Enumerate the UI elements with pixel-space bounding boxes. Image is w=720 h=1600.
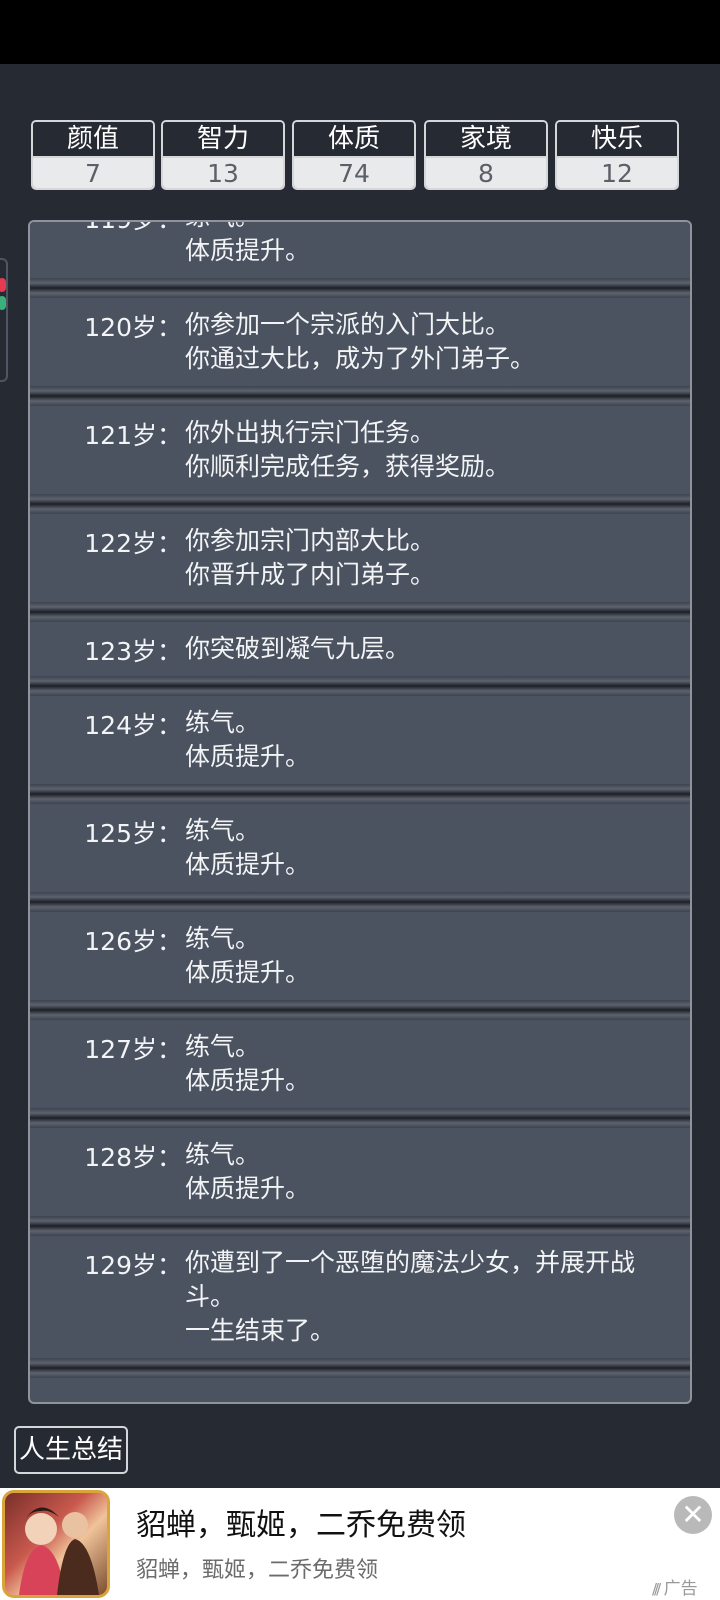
log-line: 体质提升。 (185, 1174, 311, 1203)
log-age: 126岁： (84, 927, 182, 956)
ad-label: /// 广告 (652, 1574, 698, 1599)
log-line: 你参加一个宗派的入门大比。 (185, 310, 511, 339)
log-separator (30, 784, 690, 804)
stat-value: 7 (33, 158, 153, 188)
log-entry: 124岁： 练气。 体质提升。 (30, 696, 690, 784)
log-line: 你外出执行宗门任务。 (185, 418, 436, 447)
log-age: 119岁： (84, 222, 182, 236)
life-log-list: 119岁： 练气。 体质提升。 120岁： 你参加一个宗派的入门大比。 你通过大… (30, 222, 690, 1378)
log-age: 128岁： (84, 1143, 182, 1172)
log-separator (30, 494, 690, 514)
stat-label: 家境 (426, 122, 546, 158)
log-entry: 128岁： 练气。 体质提升。 (30, 1128, 690, 1216)
log-separator (30, 386, 690, 406)
log-line: 你遭到了一个恶堕的魔法少女，并展开战 (185, 1248, 636, 1277)
log-line: 练气。 (185, 222, 675, 234)
log-separator (30, 892, 690, 912)
life-summary-button[interactable]: 人生总结 (14, 1426, 128, 1474)
stat-constitution: 体质 74 (292, 120, 416, 190)
log-line: 你通过大比，成为了外门弟子。 (185, 344, 536, 373)
log-age: 129岁： (84, 1251, 182, 1280)
close-icon[interactable]: ✕ (674, 1496, 712, 1534)
stat-value: 74 (294, 158, 414, 188)
log-separator (30, 278, 690, 298)
log-line: 体质提升。 (185, 850, 311, 879)
stat-label: 体质 (294, 122, 414, 158)
log-entry: 126岁： 练气。 体质提升。 (30, 912, 690, 1000)
ad-thumbnail-art (19, 1507, 99, 1595)
log-entry: 125岁： 练气。 体质提升。 (30, 804, 690, 892)
log-line: 你突破到凝气九层。 (185, 634, 411, 663)
log-age: 120岁： (84, 313, 182, 342)
log-separator (30, 1216, 690, 1236)
log-entry: 120岁： 你参加一个宗派的入门大比。 你通过大比，成为了外门弟子。 (30, 298, 690, 386)
log-entry: 119岁： 练气。 体质提升。 (30, 222, 690, 278)
log-line: 练气。 (185, 708, 261, 737)
log-age: 121岁： (84, 421, 182, 450)
log-line: 你顺利完成任务，获得奖励。 (185, 452, 511, 481)
log-line: 体质提升。 (185, 1066, 311, 1095)
log-age: 125岁： (84, 819, 182, 848)
ad-logo-icon: /// (652, 1580, 661, 1598)
stats-bar: 颜值 7 智力 13 体质 74 家境 8 快乐 12 (31, 120, 691, 190)
log-entry: 127岁： 练气。 体质提升。 (30, 1020, 690, 1108)
side-floating-tab[interactable] (0, 258, 8, 382)
log-separator (30, 676, 690, 696)
stat-value: 12 (557, 158, 677, 188)
status-bar (0, 0, 720, 64)
log-age: 123岁： (84, 637, 182, 666)
log-line: 你晋升成了内门弟子。 (185, 560, 436, 589)
log-entry: 123岁： 你突破到凝气九层。 (30, 622, 690, 676)
log-line: 斗。 (185, 1282, 236, 1311)
stat-label: 快乐 (557, 122, 677, 158)
log-line: 练气。 (185, 1032, 261, 1061)
log-line: 练气。 (185, 816, 261, 845)
stat-label: 颜值 (33, 122, 153, 158)
ad-subtitle[interactable]: 貂蝉，甄姬，二乔免费领 (136, 1552, 378, 1584)
stat-label: 智力 (163, 122, 283, 158)
log-separator (30, 1108, 690, 1128)
stat-family: 家境 8 (424, 120, 548, 190)
ad-label-text: 广告 (663, 1579, 698, 1599)
ad-banner[interactable]: 貂蝉，甄姬，二乔免费领 貂蝉，甄姬，二乔免费领 (0, 1488, 720, 1600)
log-separator (30, 1358, 690, 1378)
stat-value: 13 (163, 158, 283, 188)
log-line: 一生结束了。 (185, 1316, 336, 1345)
log-line: 体质提升。 (185, 958, 311, 987)
log-age: 127岁： (84, 1035, 182, 1064)
stat-intelligence: 智力 13 (161, 120, 285, 190)
ad-title[interactable]: 貂蝉，甄姬，二乔免费领 (136, 1500, 466, 1544)
log-line: 练气。 (185, 924, 261, 953)
floating-icon (0, 278, 6, 292)
log-separator (30, 602, 690, 622)
log-line: 练气。 (185, 1140, 261, 1169)
stat-happiness: 快乐 12 (555, 120, 679, 190)
stat-appearance: 颜值 7 (31, 120, 155, 190)
log-separator (30, 1000, 690, 1020)
log-entry: 121岁： 你外出执行宗门任务。 你顺利完成任务，获得奖励。 (30, 406, 690, 494)
log-entry: 122岁： 你参加宗门内部大比。 你晋升成了内门弟子。 (30, 514, 690, 602)
log-line: 体质提升。 (185, 742, 311, 771)
log-age: 122岁： (84, 529, 182, 558)
ad-thumbnail[interactable] (2, 1490, 110, 1598)
life-log-panel[interactable]: 119岁： 练气。 体质提升。 120岁： 你参加一个宗派的入门大比。 你通过大… (28, 220, 692, 1404)
log-line: 体质提升。 (185, 236, 311, 265)
log-line: 你参加宗门内部大比。 (185, 526, 436, 555)
log-entry: 129岁： 你遭到了一个恶堕的魔法少女，并展开战 斗。 一生结束了。 (30, 1236, 690, 1358)
floating-icon (0, 296, 6, 310)
stat-value: 8 (426, 158, 546, 188)
log-age: 124岁： (84, 711, 182, 740)
